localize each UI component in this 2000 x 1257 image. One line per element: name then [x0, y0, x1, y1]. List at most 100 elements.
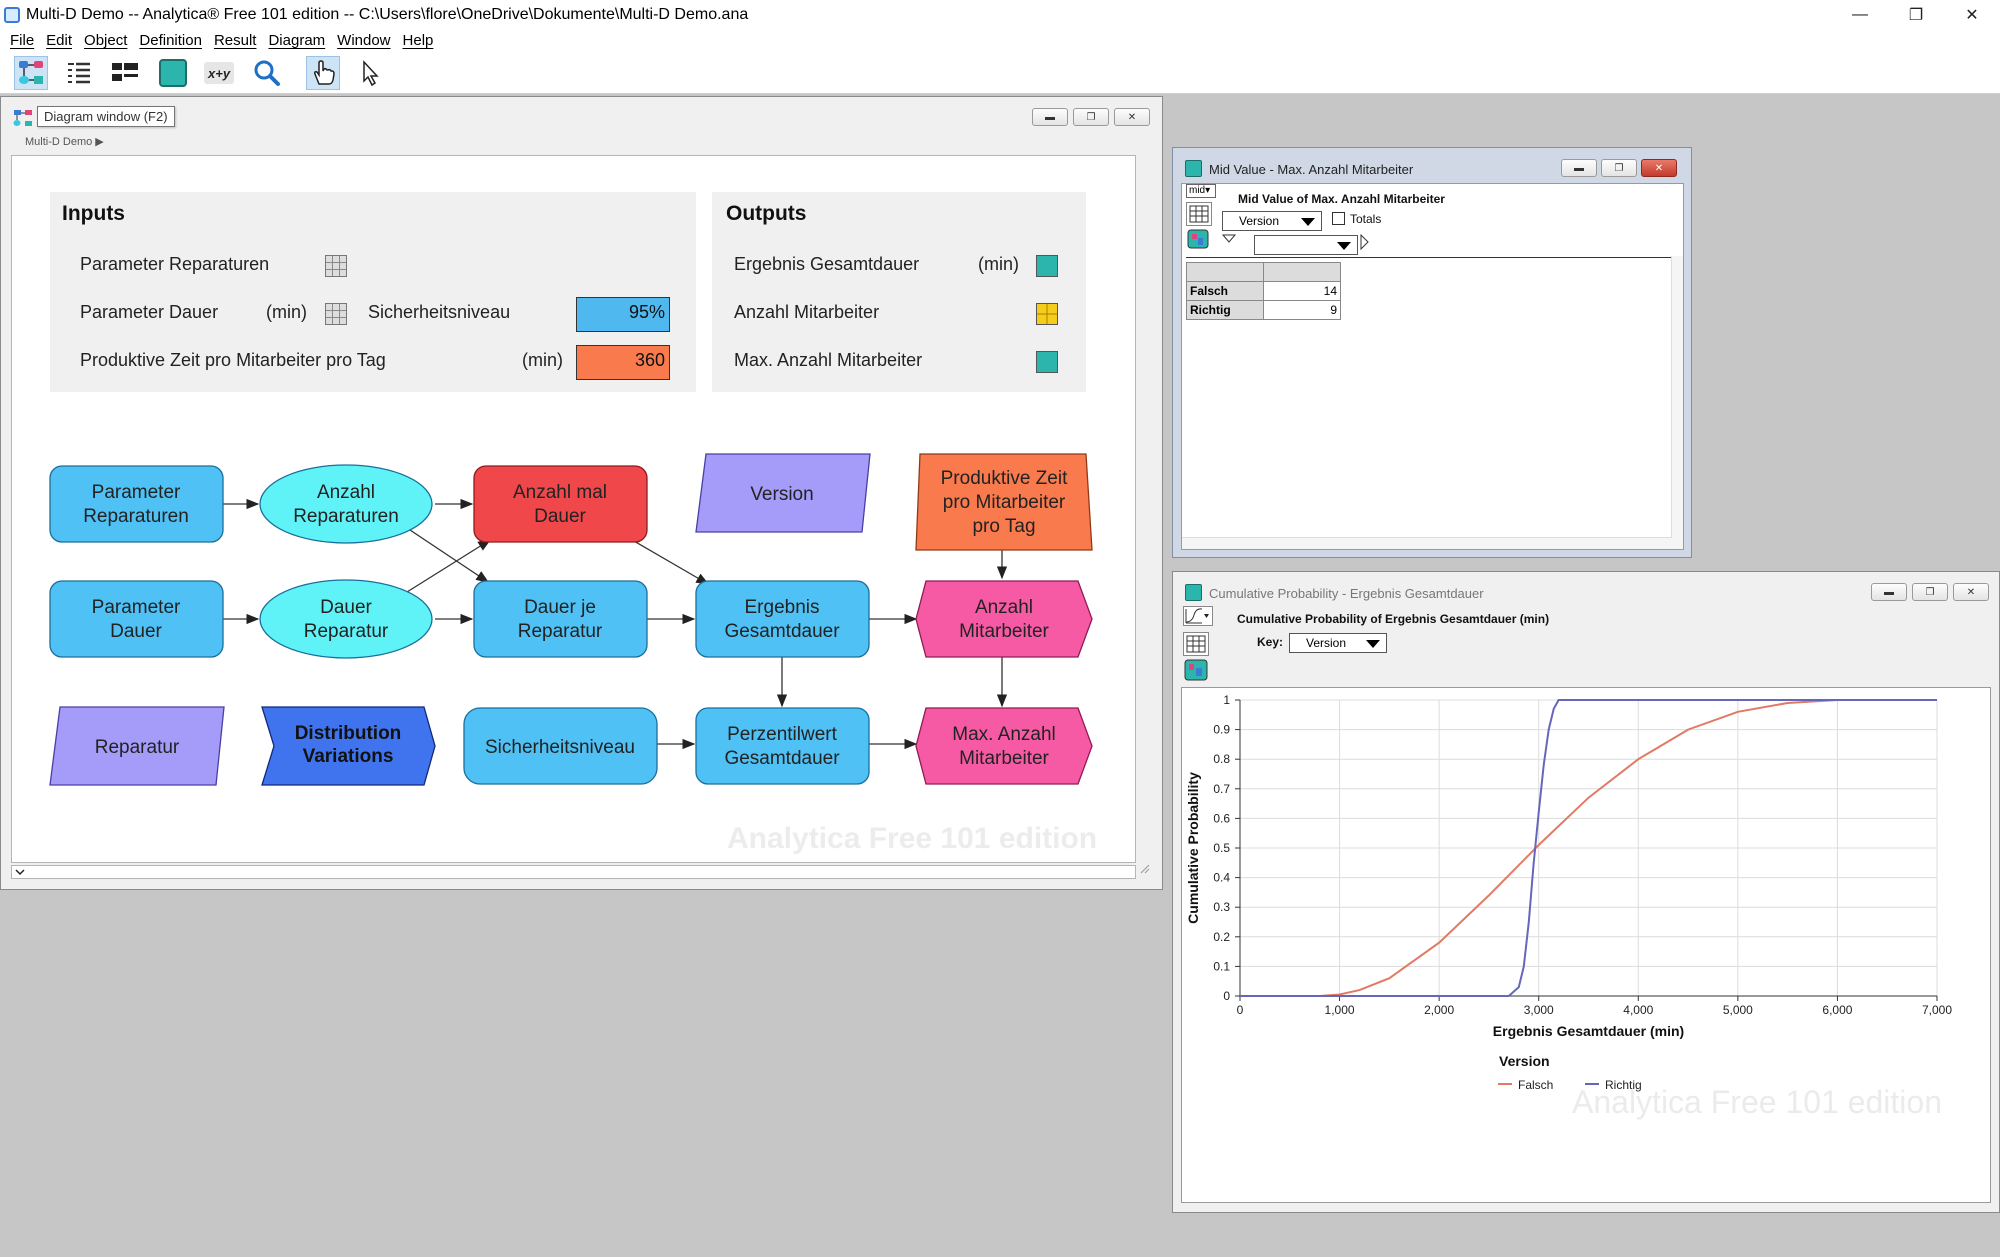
diagram-canvas: Inputs Parameter Reparaturen Parameter D…	[11, 155, 1136, 863]
totals-checkbox[interactable]	[1332, 212, 1345, 225]
table-view-icon[interactable]	[1186, 202, 1212, 226]
cell-value[interactable]: 9	[1263, 300, 1341, 320]
cumprob-window: Cumulative Probability - Ergebnis Gesamt…	[1172, 571, 2000, 1213]
node-label: Dauer	[534, 506, 586, 527]
menu-help[interactable]: Help	[399, 30, 442, 52]
uncertainty-view-dropdown[interactable]	[1183, 606, 1213, 626]
y-tick-label: 0.3	[1213, 900, 1230, 914]
diagram-minimize-button[interactable]: ▬	[1032, 108, 1068, 126]
mode-value: mid	[1189, 185, 1206, 196]
cumprob-restore-button[interactable]: ❐	[1912, 583, 1948, 601]
node-label: Anzahl	[975, 597, 1033, 618]
y-tick-label: 1	[1223, 693, 1230, 707]
midvalue-minimize-button[interactable]: ▬	[1561, 159, 1597, 177]
node-anzahl-mal-dauer[interactable]: Anzahl mal Dauer	[473, 465, 648, 543]
cumprob-minimize-button[interactable]: ▬	[1871, 583, 1907, 601]
node-sicherheitsniveau[interactable]: Sicherheitsniveau	[463, 707, 658, 785]
node-anzahl-reparaturen[interactable]: Anzahl Reparaturen	[259, 464, 433, 544]
node-label: Ergebnis	[745, 597, 820, 618]
y-tick-label: 0.9	[1213, 723, 1230, 737]
node-reparatur[interactable]: Reparatur	[49, 706, 225, 786]
horizontal-scrollbar[interactable]	[1182, 537, 1672, 549]
diagram-hscrollbar[interactable]	[11, 865, 1136, 879]
y-tick-label: 0.1	[1213, 959, 1230, 973]
row-label: Richtig	[1186, 300, 1264, 320]
legend-entry: Falsch	[1518, 1078, 1553, 1092]
node-max-anzahl-mitarbeiter[interactable]: Max. Anzahl Mitarbeiter	[915, 707, 1093, 785]
index-dropdown[interactable]: Version	[1222, 211, 1322, 231]
node-parameter-dauer[interactable]: Parameter Dauer	[49, 580, 224, 658]
corner-cell	[1186, 262, 1264, 282]
app-title-bar: Multi-D Demo -- Analytica® Free 101 edit…	[0, 0, 2000, 30]
midvalue-close-button[interactable]: ✕	[1641, 159, 1677, 177]
key-dropdown[interactable]: Version	[1289, 633, 1387, 653]
minimize-button[interactable]: —	[1838, 2, 1882, 28]
mode-dropdown[interactable]: mid▾	[1186, 184, 1216, 198]
index-value: Version	[1239, 214, 1280, 228]
node-distribution-variations[interactable]: Distribution Variations	[261, 706, 436, 786]
menu-result[interactable]: Result	[210, 30, 265, 52]
node-dauer-je-reparatur[interactable]: Dauer je Reparatur	[473, 580, 648, 658]
app-title: Multi-D Demo -- Analytica® Free 101 edit…	[26, 6, 749, 23]
node-produktive-zeit[interactable]: Produktive Zeit pro Mitarbeiter pro Tag	[915, 453, 1093, 551]
column-index-dropdown[interactable]	[1254, 235, 1358, 255]
browse-hand-icon[interactable]	[306, 56, 340, 90]
node-label: Version	[750, 484, 813, 505]
node-label: Reparaturen	[293, 506, 399, 527]
menu-definition[interactable]: Definition	[135, 30, 210, 52]
midvalue-restore-button[interactable]: ❐	[1601, 159, 1637, 177]
node-version[interactable]: Version	[695, 453, 871, 533]
menu-file[interactable]: File	[6, 30, 42, 52]
legend-title: Version	[1499, 1053, 1550, 1069]
triangle-down-icon[interactable]	[1222, 234, 1236, 244]
diagram-window-tooltip: Diagram window (F2)	[37, 106, 175, 127]
triangle-right-icon[interactable]	[1360, 234, 1370, 250]
node-ergebnis-gesamtdauer[interactable]: Ergebnis Gesamtdauer	[695, 580, 870, 658]
resize-grip-icon[interactable]	[1138, 861, 1152, 879]
midvalue-heading: Mid Value of Max. Anzahl Mitarbeiter	[1238, 192, 1445, 206]
menu-object[interactable]: Object	[80, 30, 135, 52]
node-label: Sicherheitsniveau	[485, 737, 635, 758]
cumprob-close-button[interactable]: ✕	[1953, 583, 1989, 601]
y-tick-label: 0.8	[1213, 752, 1230, 766]
attribute-panel-icon[interactable]	[108, 56, 142, 90]
cell-value[interactable]: 14	[1263, 281, 1341, 301]
breadcrumb[interactable]: Multi-D Demo ▶	[25, 135, 104, 148]
find-icon[interactable]	[250, 56, 284, 90]
totals-label: Totals	[1350, 212, 1382, 226]
expression-icon[interactable]: x+y	[202, 56, 236, 90]
outline-icon[interactable]	[62, 56, 96, 90]
menu-window[interactable]: Window	[333, 30, 398, 52]
x-tick-label: 6,000	[1822, 1003, 1852, 1017]
node-label: Mitarbeiter	[959, 621, 1049, 642]
diagram-restore-button[interactable]: ❐	[1073, 108, 1109, 126]
table-row[interactable]: Richtig 9	[1186, 300, 1341, 320]
node-label: Reparaturen	[83, 506, 189, 527]
graph-view-icon[interactable]	[1186, 228, 1212, 252]
node-label: Max. Anzahl	[952, 724, 1056, 745]
midvalue-body: mid▾ Mid Value of Max. Anzahl Mitarbeite…	[1181, 183, 1684, 550]
node-perzentilwert-gesamtdauer[interactable]: Perzentilwert Gesamtdauer	[695, 707, 870, 785]
diagram-watermark: Analytica Free 101 edition	[727, 822, 1098, 855]
table-row[interactable]: Falsch 14	[1186, 281, 1341, 301]
diagram-close-button[interactable]: ✕	[1114, 108, 1150, 126]
result-window-icon	[1185, 584, 1202, 601]
node-parameter-reparaturen[interactable]: Parameter Reparaturen	[49, 465, 224, 543]
menu-diagram[interactable]: Diagram	[264, 30, 333, 52]
midvalue-table: Falsch 14 Richtig 9	[1186, 262, 1341, 320]
restore-button[interactable]: ❐	[1894, 2, 1938, 28]
node-dauer-reparatur[interactable]: Dauer Reparatur	[259, 579, 433, 659]
x-tick-label: 5,000	[1723, 1003, 1753, 1017]
table-view-icon[interactable]	[1183, 632, 1209, 656]
node-label: Parameter	[92, 597, 181, 618]
node-label: Perzentilwert	[727, 724, 838, 745]
vertical-scrollbar[interactable]	[1671, 256, 1683, 549]
node-anzahl-mitarbeiter[interactable]: Anzahl Mitarbeiter	[915, 580, 1093, 658]
result-icon[interactable]	[156, 56, 190, 90]
close-button[interactable]: ✕	[1950, 2, 1994, 28]
edit-arrow-icon[interactable]	[354, 56, 388, 90]
menu-edit[interactable]: Edit	[42, 30, 80, 52]
diagram-icon[interactable]	[14, 56, 48, 90]
graph-view-icon[interactable]	[1183, 658, 1209, 682]
chevron-down-icon[interactable]	[14, 866, 26, 878]
